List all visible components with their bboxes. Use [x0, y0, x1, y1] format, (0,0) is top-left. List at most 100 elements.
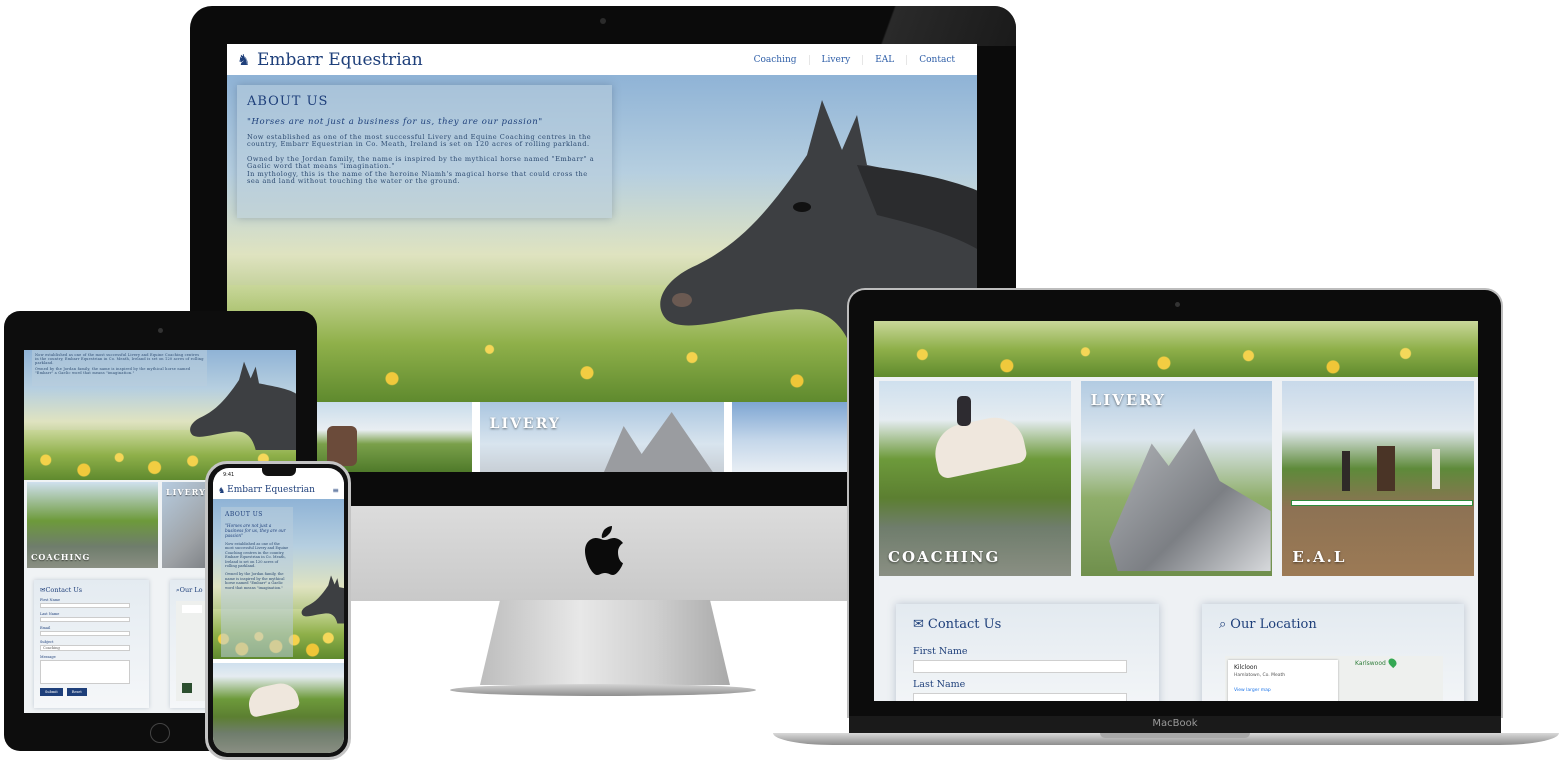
nav-link-contact[interactable]: Contact — [906, 54, 967, 65]
tablet-message-textarea[interactable] — [40, 660, 130, 684]
phone-about-quote: "Horses are not just a business for us, … — [225, 523, 286, 538]
card-livery-label-laptop: LIVERY — [1090, 391, 1167, 409]
macbook-card-coaching[interactable]: COACHING — [879, 381, 1071, 576]
tablet-last-name-input[interactable] — [40, 617, 130, 622]
map-address: Hamlatown, Co. Meath — [1234, 673, 1286, 678]
first-name-input[interactable] — [913, 660, 1127, 673]
tablet-subject-label: Subject — [40, 640, 54, 644]
contact-panel: ✉ Contact Us First Name Last Name — [896, 604, 1159, 701]
card-eal-label: E.A.L — [1292, 548, 1347, 566]
person-1 — [1342, 451, 1351, 491]
phone-about-section: ABOUT US "Horses are not just a business… — [221, 507, 293, 657]
tablet-submit-button[interactable]: Submit — [40, 688, 63, 696]
about-section: ABOUT US "Horses are not just a business… — [237, 85, 612, 218]
macbook-hero-strip — [874, 321, 1478, 377]
map-place-name: Kilcloon — [1234, 664, 1258, 671]
tablet-contact-title: Contact Us — [45, 586, 83, 594]
phone-about-title: ABOUT US — [225, 511, 263, 518]
tablet-message-label: Message — [40, 655, 56, 659]
nav-links: Coaching Livery EAL Contact — [742, 54, 967, 65]
card-coaching-label: COACHING — [888, 548, 1001, 566]
tablet-contact-heading: ✉Contact Us — [40, 586, 143, 594]
tablet-email-label: Email — [40, 626, 51, 630]
tablet-about-text: Now established as one of the most succe… — [35, 353, 204, 365]
person-2 — [1432, 449, 1441, 489]
rider-figure — [327, 426, 357, 466]
first-name-label: First Name — [913, 646, 968, 657]
tablet-email-input[interactable] — [40, 631, 130, 636]
phone-notch — [262, 468, 296, 476]
brand-logo[interactable]: Embarr Equestrian — [257, 50, 423, 70]
imac-glare — [836, 6, 1016, 46]
macbook-camera — [1175, 302, 1180, 307]
tablet-map-card — [182, 605, 202, 613]
phone-about-p1: Now established as one of the most succe… — [225, 542, 289, 569]
map-info-card: Kilcloon Hamlatown, Co. Meath View large… — [1228, 660, 1338, 701]
tablet-card-livery-label: LIVERY — [166, 487, 206, 497]
macbook-service-cards: COACHING LIVERY E.A.L — [879, 381, 1475, 576]
macbook-label: MacBook — [1152, 718, 1198, 729]
nav-link-livery[interactable]: Livery — [808, 54, 863, 65]
map-embed[interactable]: Kilcloon Hamlatown, Co. Meath View large… — [1225, 656, 1443, 701]
about-quote: "Horses are not just a business for us, … — [247, 117, 543, 127]
tablet-location-title: Our Lo — [179, 586, 203, 594]
contact-heading: ✉ Contact Us — [913, 617, 1142, 632]
tablet-about-text-2: Owned by the Jordan family, the name is … — [35, 367, 191, 375]
map-pin-icon — [1386, 656, 1399, 669]
tablet-form-buttons: Submit Reset — [40, 688, 143, 696]
phone-navbar: ♞ Embarr Equestrian ≡ — [213, 482, 344, 498]
phone-card-coaching[interactable] — [213, 663, 344, 753]
imac-camera — [600, 18, 606, 24]
map-larger-link[interactable]: View larger map — [1234, 688, 1332, 693]
about-paragraph-3: In mythology, this is the name of the he… — [247, 169, 588, 186]
tablet-map-thumbnail — [182, 683, 192, 693]
contact-title: Contact Us — [927, 617, 1002, 632]
tablet-first-name-label: First Name — [40, 598, 61, 602]
macbook-screen: COACHING LIVERY E.A.L ✉ Contact Us First… — [874, 321, 1478, 701]
coaching-photo — [879, 381, 1071, 576]
tablet-reset-button[interactable]: Reset — [66, 688, 87, 696]
macbook-card-livery[interactable]: LIVERY — [1080, 381, 1273, 576]
macbook-label-bar: MacBook — [849, 716, 1501, 734]
nav-link-coaching[interactable]: Coaching — [742, 55, 809, 65]
phone-hero: ABOUT US "Horses are not just a business… — [213, 499, 344, 659]
apple-logo-icon — [585, 526, 623, 575]
phone-brand[interactable]: Embarr Equestrian — [227, 485, 315, 495]
search-location-icon: ⌕ — [1219, 617, 1227, 632]
tablet-about-section: Now established as one of the most succe… — [32, 350, 207, 386]
tablet-contact-panel: ✉Contact Us First Name Last Name Email S… — [34, 580, 149, 708]
last-name-label: Last Name — [913, 679, 966, 690]
about-title: ABOUT US — [247, 94, 329, 109]
imac-stand-neck — [480, 600, 730, 685]
horse-head-icon: ♞ — [218, 485, 226, 495]
envelope-icon: ✉ — [913, 617, 924, 632]
phone-screen: 9:41 ♞ Embarr Equestrian ≡ ABOUT US "Hor… — [213, 468, 344, 753]
tablet-card-coaching[interactable]: COACHING — [27, 482, 158, 568]
phone-status-time: 9:41 — [223, 472, 235, 478]
rider — [957, 396, 971, 426]
nav-link-eal[interactable]: EAL — [862, 54, 906, 65]
site-navbar: ♞ Embarr Equestrian Coaching Livery EAL … — [227, 44, 977, 75]
last-name-input[interactable] — [913, 693, 1127, 701]
phone-horse-image — [301, 559, 344, 639]
imac-stand-foot — [450, 684, 756, 696]
horse-led — [1377, 446, 1396, 491]
macbook-card-eal[interactable]: E.A.L — [1282, 381, 1475, 576]
about-paragraph-1: Now established as one of the most succe… — [247, 133, 592, 149]
hamburger-icon[interactable]: ≡ — [332, 486, 339, 495]
tablet-last-name-label: Last Name — [40, 612, 60, 616]
location-title: Our Location — [1230, 617, 1317, 632]
tablet-home-button[interactable] — [150, 723, 170, 743]
horse-head-icon: ♞ — [237, 50, 251, 69]
tablet-camera — [158, 328, 163, 333]
about-paragraph-2: Owned by the Jordan family, the name is … — [247, 154, 595, 171]
jump-pole — [1292, 501, 1473, 505]
tablet-first-name-input[interactable] — [40, 603, 130, 608]
card-livery[interactable]: LIVERY — [479, 402, 725, 472]
macbook-opening-notch — [1100, 733, 1250, 738]
location-heading: ⌕ Our Location — [1219, 617, 1447, 632]
device-mockup-stage: ♞ Embarr Equestrian Coaching Livery EAL … — [0, 0, 1559, 763]
tablet-subject-select[interactable]: Coaching — [40, 645, 130, 651]
tablet-card-coaching-label: COACHING — [31, 552, 91, 562]
location-panel: ⌕ Our Location Kilcloon Hamlatown, Co. M… — [1202, 604, 1464, 701]
